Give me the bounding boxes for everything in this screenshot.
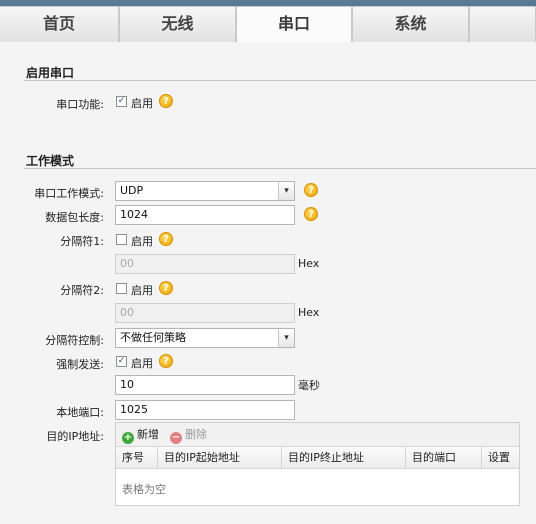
help-icon[interactable]: ? bbox=[159, 232, 173, 246]
table-toolbar: + 新增 − 删除 bbox=[116, 423, 519, 447]
work-mode-value: UDP bbox=[120, 184, 144, 197]
packet-length-input[interactable]: 1024 bbox=[115, 205, 295, 225]
delete-button[interactable]: − 删除 bbox=[170, 427, 207, 444]
add-label: 新增 bbox=[137, 428, 159, 441]
work-mode-label: 串口工作模式: bbox=[34, 187, 104, 200]
force-send-interval-input[interactable]: 10 bbox=[115, 375, 295, 395]
force-send-unit: 毫秒 bbox=[298, 379, 320, 392]
help-icon[interactable]: ? bbox=[159, 281, 173, 295]
delimiter1-unit: Hex bbox=[298, 257, 320, 270]
delimiter-control-label: 分隔符控制: bbox=[45, 334, 104, 347]
add-icon: + bbox=[122, 432, 134, 444]
delimiter1-enable-checkbox[interactable] bbox=[116, 234, 127, 245]
column-header-dest-port: 目的端口 bbox=[406, 447, 482, 469]
column-header-ip-end: 目的IP终止地址 bbox=[282, 447, 406, 469]
local-port-label: 本地端口: bbox=[56, 406, 104, 419]
add-button[interactable]: + 新增 bbox=[122, 427, 159, 444]
force-send-label: 强制发送: bbox=[56, 358, 104, 371]
packet-length-label: 数据包长度: bbox=[45, 211, 104, 224]
tab-system[interactable]: 系统 bbox=[352, 6, 469, 42]
help-icon[interactable]: ? bbox=[304, 183, 318, 197]
work-mode-select[interactable]: UDP ▾ bbox=[115, 181, 295, 201]
column-header-index: 序号 bbox=[116, 447, 158, 469]
section-divider bbox=[24, 80, 536, 81]
help-icon[interactable]: ? bbox=[304, 207, 318, 221]
serial-enable-label: 启用 bbox=[131, 97, 153, 110]
section-divider bbox=[24, 168, 536, 169]
chevron-down-icon[interactable]: ▾ bbox=[278, 329, 294, 347]
help-icon[interactable]: ? bbox=[159, 94, 173, 108]
section-title-enable-serial: 启用串口 bbox=[26, 66, 75, 80]
serial-enable-checkbox[interactable]: ✓ bbox=[116, 96, 127, 107]
top-nav-bar: 首页 无线 串口 系统 bbox=[0, 0, 536, 42]
delimiter2-label: 分隔符2: bbox=[60, 284, 104, 297]
force-send-enable-checkbox[interactable]: ✓ bbox=[116, 356, 127, 367]
delimiter1-label: 分隔符1: bbox=[60, 235, 104, 248]
column-header-ip-start: 目的IP起始地址 bbox=[158, 447, 282, 469]
delimiter2-input[interactable]: 00 bbox=[115, 303, 295, 323]
help-icon[interactable]: ? bbox=[159, 354, 173, 368]
dest-ip-table: + 新增 − 删除 序号 目的IP起始地址 目的IP终止地址 目的端口 设置 表格为… bbox=[115, 422, 520, 506]
delimiter2-enable-label: 启用 bbox=[131, 284, 153, 297]
delimiter2-unit: Hex bbox=[298, 306, 320, 319]
tab-home[interactable]: 首页 bbox=[0, 6, 119, 42]
delimiter-control-select[interactable]: 不做任何策略 ▾ bbox=[115, 328, 295, 348]
tab-serial[interactable]: 串口 bbox=[236, 6, 352, 42]
dest-ip-label: 目的IP地址: bbox=[46, 430, 104, 443]
tab-blank bbox=[469, 6, 536, 42]
section-title-work-mode: 工作模式 bbox=[26, 154, 75, 168]
delimiter1-enable-label: 启用 bbox=[131, 235, 153, 248]
delete-label: 删除 bbox=[185, 428, 207, 441]
delimiter1-input[interactable]: 00 bbox=[115, 254, 295, 274]
delete-icon: − bbox=[170, 432, 182, 444]
serial-function-label: 串口功能: bbox=[56, 98, 104, 111]
table-header: 序号 目的IP起始地址 目的IP终止地址 目的端口 设置 bbox=[116, 447, 519, 469]
force-send-enable-label: 启用 bbox=[131, 357, 153, 370]
chevron-down-icon[interactable]: ▾ bbox=[278, 182, 294, 200]
local-port-input[interactable]: 1025 bbox=[115, 400, 295, 420]
content-area: 启用串口 串口功能: ✓ 启用 ? 工作模式 串口工作模式: UDP ▾ ? 数… bbox=[0, 42, 536, 524]
delimiter2-enable-checkbox[interactable] bbox=[116, 283, 127, 294]
table-empty-text: 表格为空 bbox=[122, 483, 166, 496]
delimiter-control-value: 不做任何策略 bbox=[120, 331, 186, 344]
column-header-settings: 设置 bbox=[488, 451, 510, 464]
tab-wireless[interactable]: 无线 bbox=[119, 6, 236, 42]
